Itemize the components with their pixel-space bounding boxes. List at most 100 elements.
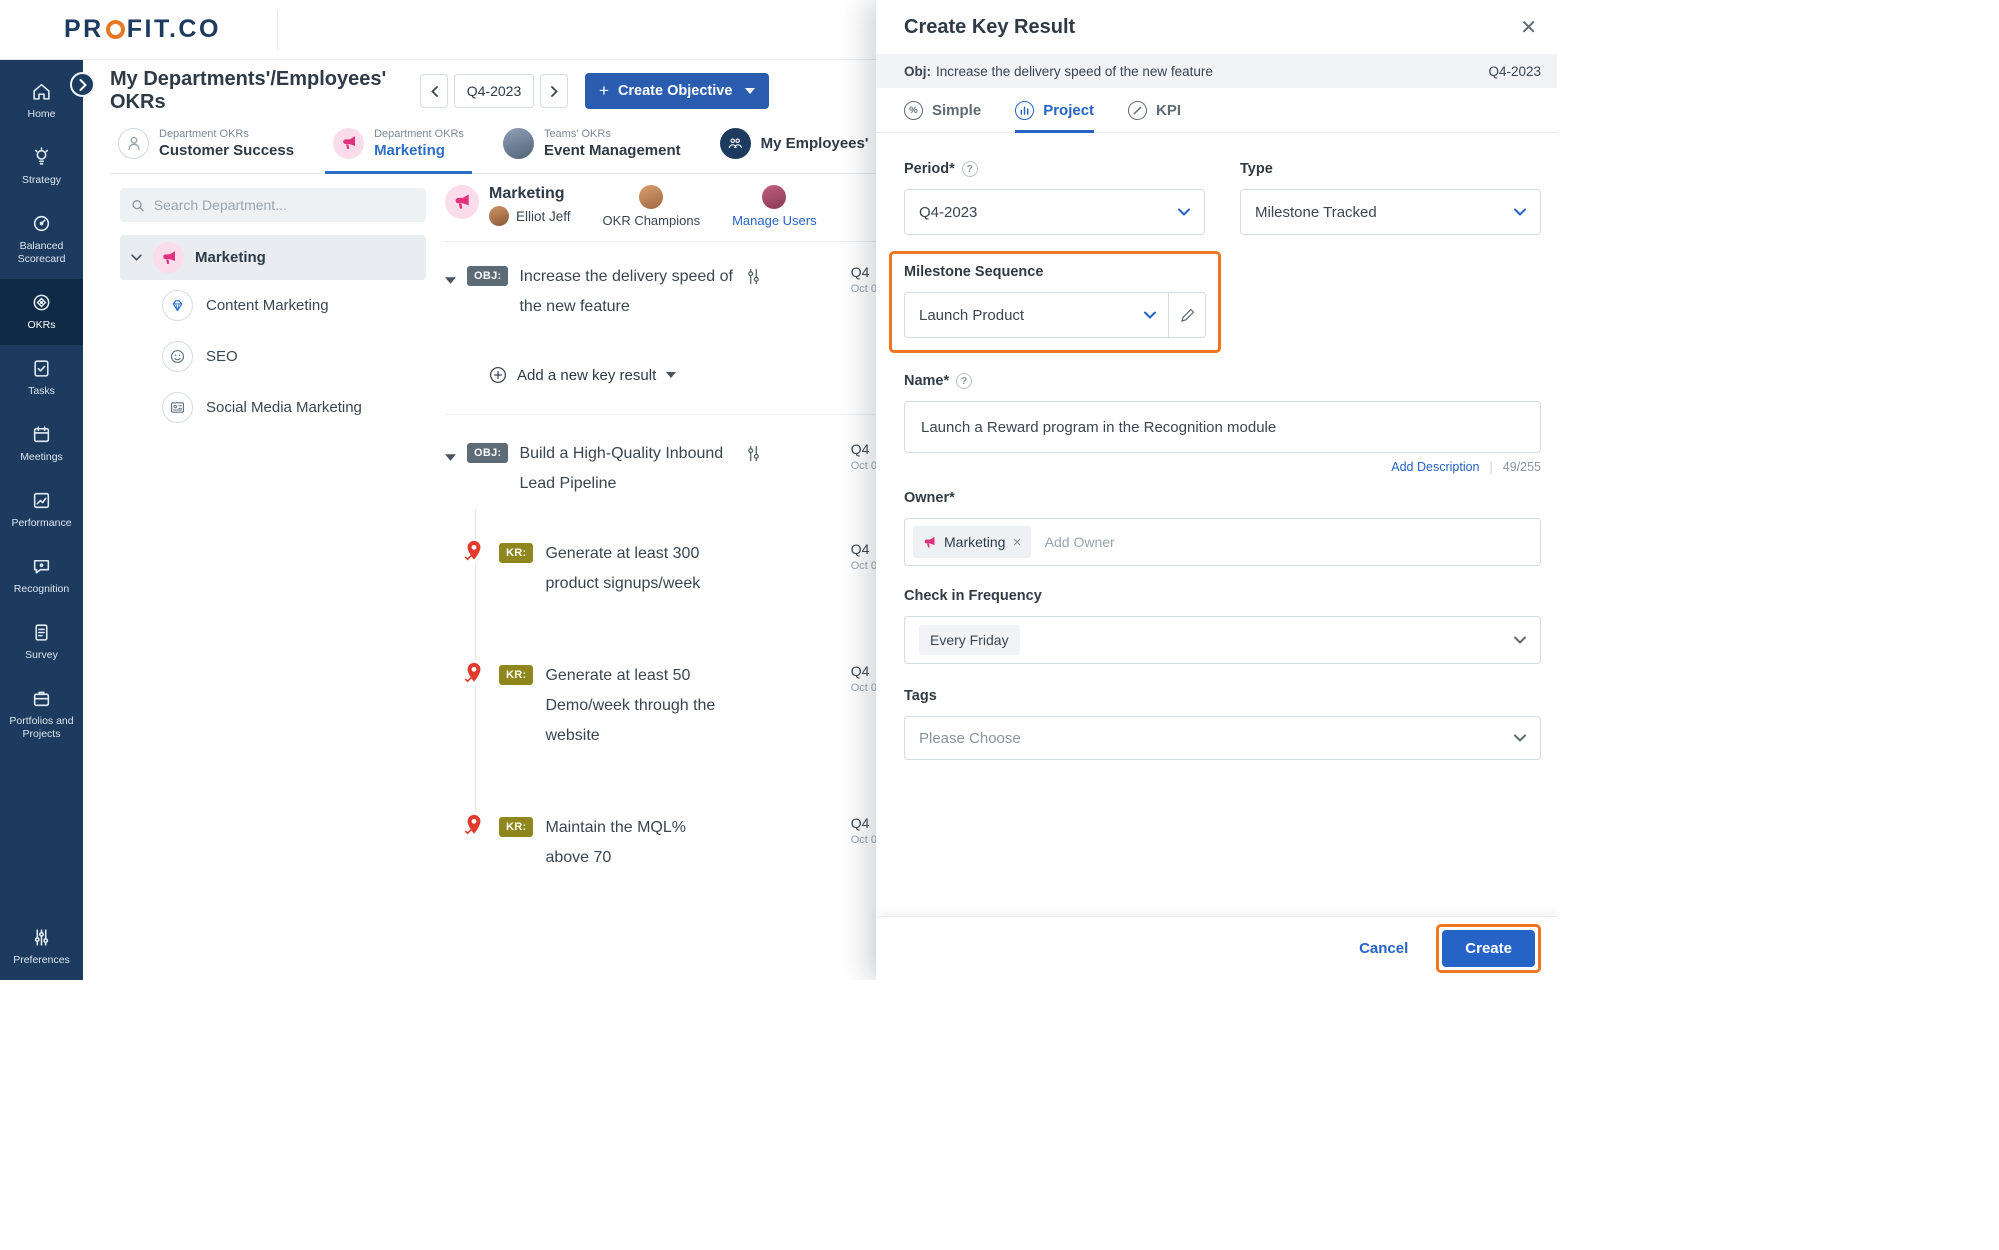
- okr-champions[interactable]: OKR Champions: [603, 185, 700, 228]
- owner-field[interactable]: Marketing ✕ Add Owner: [904, 518, 1541, 566]
- key-result-period: Q4: [850, 663, 870, 679]
- sidebar-item-label: Tasks: [28, 385, 55, 397]
- key-result-period: Q4: [850, 815, 870, 831]
- sidebar-item-meetings[interactable]: Meetings: [0, 411, 83, 477]
- avatar: [639, 185, 664, 209]
- char-counter: 49/255: [1502, 460, 1541, 474]
- add-key-result-button[interactable]: Add a new key result: [489, 366, 877, 384]
- kpi-icon: [1128, 100, 1148, 120]
- checkin-frequency-select[interactable]: Every Friday: [904, 616, 1541, 664]
- key-result-list: KR: Generate at least 300 product signup…: [445, 509, 877, 873]
- sidebar-item-recognition[interactable]: Recognition: [0, 543, 83, 609]
- tab-marketing[interactable]: Department OKRs Marketing: [325, 115, 472, 174]
- tab-simple[interactable]: % Simple: [904, 88, 981, 132]
- key-result-row: KR: Generate at least 300 product signup…: [445, 539, 877, 599]
- megaphone-icon: [333, 127, 365, 159]
- cancel-button[interactable]: Cancel: [1359, 940, 1408, 957]
- sidebar-item-preferences[interactable]: Preferences: [0, 914, 83, 980]
- tasks-icon: [34, 360, 49, 377]
- key-result-date: Oct 0: [850, 682, 877, 694]
- sliders-icon[interactable]: [746, 268, 761, 290]
- collapse-caret-icon[interactable]: [445, 448, 456, 466]
- gem-icon: [162, 290, 193, 321]
- period-next-button[interactable]: [540, 74, 568, 108]
- team-owner-name: Elliot Jeff: [516, 208, 571, 224]
- help-icon[interactable]: ?: [956, 373, 973, 389]
- tab-project[interactable]: Project: [1015, 88, 1095, 133]
- edit-milestone-button[interactable]: [1168, 293, 1205, 337]
- name-input[interactable]: [904, 401, 1541, 453]
- tree-item-label: Content Marketing: [206, 297, 329, 314]
- meetings-icon: [33, 426, 50, 443]
- key-result-badge: KR:: [499, 665, 534, 685]
- collapse-caret-icon[interactable]: [445, 271, 456, 289]
- sliders-icon[interactable]: [746, 445, 761, 467]
- separator: |: [1489, 460, 1493, 474]
- add-description-link[interactable]: Add Description: [1391, 460, 1479, 474]
- key-result-title[interactable]: Generate at least 300 product signups/we…: [545, 539, 723, 599]
- chevron-down-icon[interactable]: [131, 254, 142, 261]
- sidebar-item-performance[interactable]: Performance: [0, 477, 83, 543]
- create-button[interactable]: Create: [1442, 930, 1535, 967]
- tab-label: Project: [1043, 101, 1095, 119]
- tab-customer-success[interactable]: Department OKRs Customer Success: [110, 115, 302, 173]
- tab-event-management[interactable]: Teams' OKRs Event Management: [495, 115, 689, 173]
- tree-item-seo[interactable]: SEO: [120, 331, 426, 382]
- objective-badge: OBJ:: [467, 266, 509, 286]
- tree-item-social-media-marketing[interactable]: Social Media Marketing: [120, 382, 426, 433]
- sidebar-item-portfolios-projects[interactable]: Portfolios and Projects: [0, 675, 83, 754]
- help-icon[interactable]: ?: [961, 161, 978, 177]
- close-icon[interactable]: ✕: [1516, 11, 1541, 44]
- sidebar-item-label: Balanced Scorecard: [17, 240, 66, 265]
- key-result-title[interactable]: Generate at least 50 Demo/week through t…: [545, 661, 723, 751]
- preferences-icon: [34, 929, 49, 946]
- tab-my-employees[interactable]: My Employees': [712, 115, 877, 173]
- department-tree: Marketing Content Marketing SEO Social M…: [120, 188, 426, 433]
- remove-owner-icon[interactable]: ✕: [1012, 536, 1021, 549]
- manage-users-link[interactable]: Manage Users: [732, 213, 817, 228]
- period-prev-button[interactable]: [420, 74, 448, 108]
- milestone-sequence-value: Launch Product: [919, 306, 1025, 324]
- pencil-icon: [1180, 308, 1194, 322]
- sidebar-item-okrs[interactable]: OKRs: [0, 279, 83, 345]
- key-result-title[interactable]: Maintain the MQL% above 70: [545, 813, 723, 873]
- add-key-result-label: Add a new key result: [517, 366, 657, 384]
- sidebar-item-tasks[interactable]: Tasks: [0, 345, 83, 411]
- tab-category: Department OKRs: [159, 127, 249, 140]
- owner-chip[interactable]: Marketing ✕: [913, 526, 1031, 558]
- tab-kpi[interactable]: KPI: [1128, 88, 1181, 132]
- search-input[interactable]: [153, 197, 415, 213]
- percent-icon: %: [904, 100, 923, 120]
- sidebar-item-balanced-scorecard[interactable]: Balanced Scorecard: [0, 200, 83, 279]
- tree-item-marketing[interactable]: Marketing: [120, 235, 426, 280]
- period-value[interactable]: Q4-2023: [454, 74, 534, 108]
- tags-label: Tags: [904, 688, 937, 704]
- objective-period: Q4: [850, 441, 870, 457]
- tree-item-label: Social Media Marketing: [206, 399, 362, 416]
- sidebar-item-survey[interactable]: Survey: [0, 609, 83, 675]
- create-objective-button[interactable]: + Create Objective: [585, 73, 770, 109]
- sidebar-expand-button[interactable]: [70, 72, 95, 97]
- okr-list-panel: Marketing Elliot Jeff OKR Champions Mana…: [445, 185, 877, 903]
- objective-badge: OBJ:: [467, 443, 509, 463]
- tree-item-content-marketing[interactable]: Content Marketing: [120, 280, 426, 331]
- sidebar-item-label: Home: [27, 108, 56, 120]
- objective-title[interactable]: Increase the delivery speed of the new f…: [519, 262, 735, 322]
- type-select[interactable]: Milestone Tracked: [1240, 189, 1541, 235]
- period-select[interactable]: Q4-2023: [904, 189, 1205, 235]
- objective-title[interactable]: Build a High-Quality Inbound Lead Pipeli…: [519, 439, 735, 499]
- manage-users[interactable]: Manage Users: [732, 185, 817, 228]
- department-search[interactable]: [120, 188, 426, 222]
- sidebar-item-label: Performance: [11, 517, 72, 529]
- objective-block: OBJ: Build a High-Quality Inbound Lead P…: [445, 414, 877, 903]
- milestone-sequence-select[interactable]: Launch Product: [905, 293, 1168, 337]
- sidebar-item-strategy[interactable]: Strategy: [0, 134, 83, 200]
- annotation-highlight-milestone: Milestone Sequence Launch Product: [889, 251, 1221, 353]
- megaphone-icon: [924, 536, 935, 547]
- megaphone-icon: [445, 185, 479, 219]
- balanced-scorecard-icon: [33, 215, 50, 232]
- circle-plus-icon: [489, 366, 507, 384]
- objective-context-bar: Obj: Increase the delivery speed of the …: [876, 54, 1557, 88]
- tags-select[interactable]: Please Choose: [904, 716, 1541, 760]
- tab-label: Simple: [932, 101, 982, 119]
